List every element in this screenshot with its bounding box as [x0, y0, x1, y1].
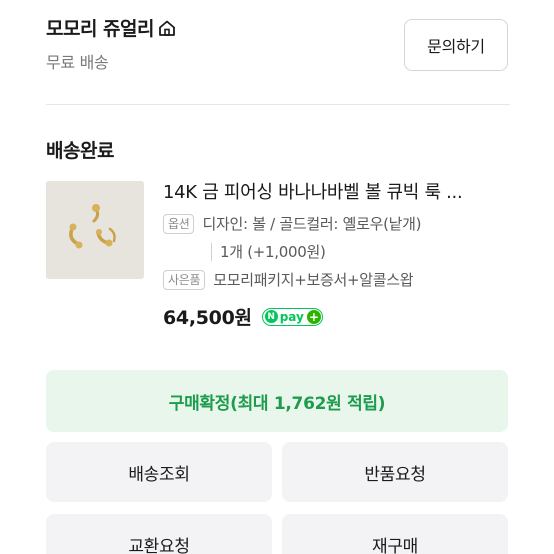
- order-status-title: 배송완료: [46, 140, 114, 162]
- option-text: 디자인: 볼 / 골드컬러: 옐로우(낱개): [202, 215, 422, 233]
- reorder-button[interactable]: 재구매: [282, 514, 508, 554]
- product-price: 64,500원: [163, 307, 252, 329]
- quantity-row: 1개 (+1,000원): [163, 241, 513, 262]
- gift-row: 사은품 모모리패키지+보증서+알콜스왑: [163, 269, 513, 290]
- store-header: 모모리 쥬얼리 무료 배송 문의하기: [46, 12, 510, 78]
- npay-label: pay: [279, 309, 304, 324]
- product-title[interactable]: 14K 금 피어싱 바나나바벨 볼 큐빅 룩 ...: [163, 178, 508, 204]
- option-row: 옵션 디자인: 볼 / 골드컬러: 옐로우(낱개): [163, 213, 513, 234]
- store-name-link[interactable]: 모모리 쥬얼리: [46, 14, 177, 41]
- store-name[interactable]: 모모리 쥬얼리: [46, 14, 155, 41]
- product-thumbnail[interactable]: [46, 181, 144, 279]
- exchange-request-button[interactable]: 교환요청: [46, 514, 272, 554]
- confirm-purchase-button[interactable]: 구매확정(최대 1,762원 적립): [46, 370, 508, 432]
- product-info: 14K 금 피어싱 바나나바벨 볼 큐빅 룩 ... 옵션 디자인: 볼 / 골…: [163, 178, 513, 330]
- option-tag: 옵션: [163, 213, 195, 234]
- price-row: 64,500원 N pay +: [163, 303, 513, 330]
- npay-n-icon: N: [264, 310, 278, 323]
- home-icon: [159, 20, 175, 36]
- inquiry-button[interactable]: 문의하기: [404, 19, 508, 71]
- track-delivery-button[interactable]: 배송조회: [46, 442, 272, 502]
- npay-badge: N pay +: [261, 307, 323, 326]
- gift-tag: 사은품: [163, 269, 206, 290]
- return-request-button[interactable]: 반품요청: [282, 442, 508, 502]
- quantity-text: 1개 (+1,000원): [220, 243, 326, 261]
- earring-image: [46, 181, 144, 279]
- divider: [46, 104, 510, 105]
- gift-text: 모모리패키지+보증서+알콜스왑: [213, 271, 414, 289]
- quantity-divider: [211, 242, 212, 261]
- npay-plus-icon: +: [306, 309, 321, 324]
- shipping-note: 무료 배송: [46, 53, 109, 72]
